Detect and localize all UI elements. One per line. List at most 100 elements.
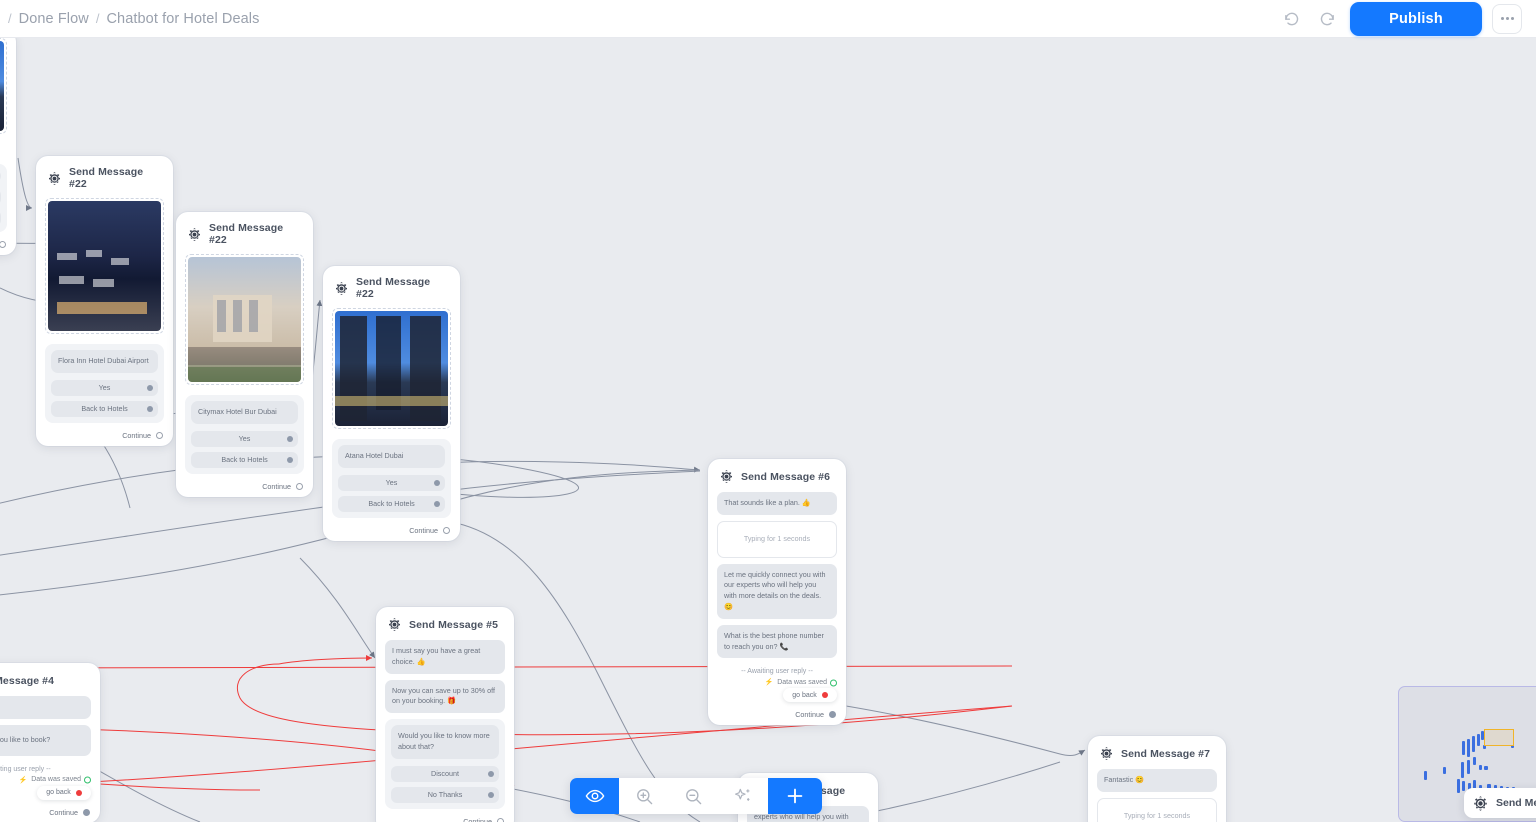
node-send-message-5[interactable]: Send Message #5 I must say you have a gr… [376, 607, 514, 822]
go-back-button[interactable]: go back [783, 688, 837, 703]
node-choice-button-back[interactable]: Back to Hotels [51, 400, 158, 417]
go-back-button[interactable]: go back [37, 785, 91, 800]
preview-eye-button[interactable] [570, 778, 620, 814]
node-choice-button-no-thanks[interactable]: No Thanks [391, 786, 499, 803]
node-caption: Atana Hotel Dubai [338, 445, 445, 468]
lightning-icon: ⚡ [764, 679, 774, 687]
node-send-message-cut-left[interactable]: nue [0, 38, 16, 255]
undo-icon [1284, 12, 1298, 26]
breadcrumb-item-flow-name[interactable]: Chatbot for Hotel Deals [106, 11, 259, 27]
publish-button[interactable]: Publish [1350, 1, 1482, 36]
node-photo [0, 38, 7, 134]
canvas-toolbar [570, 778, 822, 814]
saved-handle[interactable] [84, 776, 91, 784]
node-choice-button-yes[interactable]: Yes [51, 379, 158, 396]
robot-gear-icon [1099, 746, 1114, 761]
node-title: Send Message #4 [0, 674, 55, 687]
flow-canvas[interactable]: nue Send Message #22 [0, 38, 1536, 822]
node-choices [0, 164, 7, 232]
node-continue[interactable]: Continue [45, 423, 164, 440]
node-choice-button-yes[interactable]: Yes [338, 474, 445, 491]
choice-handle-dot[interactable] [147, 384, 153, 391]
choice-handle-dot[interactable] [488, 770, 494, 777]
message-bubble: That sounds like a plan. 👍 [717, 492, 837, 515]
continue-handle[interactable] [296, 482, 303, 490]
node-choice-button-yes[interactable]: Yes [191, 430, 298, 447]
node-continue[interactable]: nue [0, 232, 7, 249]
choice-handle-dot[interactable] [434, 479, 440, 486]
message-bubble: Let me quickly connect you with our expe… [717, 563, 837, 619]
node-body: I must say you have a great choice. 👍 No… [385, 640, 505, 822]
redo-icon [1320, 12, 1334, 26]
breadcrumb-separator-1: / [95, 11, 100, 26]
continue-handle[interactable] [156, 431, 163, 439]
choice-handle-dot[interactable] [147, 405, 153, 412]
node-choice-button[interactable] [0, 189, 1, 205]
top-bar: / Done Flow / Chatbot for Hotel Deals Pu… [0, 0, 1536, 38]
node-photo [332, 308, 451, 429]
choice-handle-dot[interactable] [434, 500, 440, 507]
node-choices: Atana Hotel Dubai Yes Back to Hotels [332, 439, 451, 518]
continue-handle[interactable] [0, 241, 6, 248]
breadcrumb-item-done-flow[interactable]: Done Flow [19, 11, 89, 27]
goback-handle-dot[interactable] [821, 692, 828, 699]
node-photo [185, 254, 304, 385]
hotel-photo-image [335, 311, 448, 426]
node-continue[interactable]: Continue [717, 702, 837, 719]
awaiting-reply-label: - Awaiting user reply -- [0, 765, 51, 773]
node-choice-button-back[interactable]: Back to Hotels [338, 495, 445, 512]
node-continue[interactable]: Continue [0, 800, 91, 817]
typing-indicator: Typing for 1 seconds [1097, 797, 1217, 822]
goback-handle-dot[interactable] [75, 789, 82, 796]
zoom-in-button[interactable] [619, 778, 668, 814]
node-title: Send Message #22 [209, 222, 284, 246]
saved-handle[interactable] [830, 679, 837, 687]
lightning-icon: ⚡ [18, 776, 28, 784]
node-continue[interactable]: Continue [332, 518, 451, 535]
node-send-message-22-citymax[interactable]: Send Message #22 Citymax Hotel Bur Dubai… [176, 212, 313, 497]
node-choice-button-discount[interactable]: Discount [391, 765, 499, 782]
node-send-message-minimap-overlay[interactable]: Send Messag [1464, 788, 1536, 818]
node-caption: Citymax Hotel Bur Dubai [191, 401, 298, 424]
undo-button[interactable] [1278, 6, 1304, 32]
robot-gear-icon [719, 469, 734, 484]
node-continue[interactable]: Continue [385, 809, 505, 822]
node-send-message-22-atana[interactable]: Send Message #22 Atana Hotel Dubai Yes B… [323, 266, 460, 541]
zoom-out-button[interactable] [669, 778, 718, 814]
eye-icon [585, 789, 605, 803]
data-saved-status: ⚡ Data was saved [0, 775, 91, 786]
minimap-viewport[interactable] [1484, 729, 1514, 746]
continue-handle[interactable] [829, 711, 836, 719]
choice-handle-dot[interactable] [488, 791, 494, 798]
node-send-message-22-flora[interactable]: Send Message #22 Flora Inn Hotel Dubai A… [36, 156, 173, 446]
node-header: Send Message #7 [1097, 744, 1217, 769]
continue-handle[interactable] [497, 817, 504, 822]
node-header: Send Message #22 [185, 220, 304, 254]
node-choice-button-back[interactable]: Back to Hotels [191, 451, 298, 468]
redo-button[interactable] [1314, 6, 1340, 32]
add-node-button[interactable] [767, 778, 822, 814]
typing-indicator: Typing for 1 seconds [717, 520, 837, 558]
choice-handle-dot[interactable] [287, 435, 293, 442]
robot-gear-icon [334, 281, 349, 296]
zoom-in-icon [636, 788, 652, 804]
auto-arrange-button[interactable] [718, 778, 767, 814]
more-options-button[interactable] [1492, 3, 1522, 34]
node-choice-button[interactable] [0, 210, 1, 226]
continue-handle[interactable] [443, 526, 450, 534]
node-send-message-7[interactable]: Send Message #7 Fantastic 😊 Typing for 1… [1088, 736, 1226, 822]
node-send-message-6[interactable]: Send Message #6 That sounds like a plan.… [708, 459, 846, 726]
continue-handle[interactable] [83, 808, 90, 816]
node-body: Fantastic 😊 Typing for 1 seconds [1097, 769, 1217, 822]
top-bar-actions: Publish [1278, 1, 1536, 36]
node-photo [45, 198, 164, 334]
choice-handle-dot[interactable] [287, 456, 293, 463]
robot-gear-icon [47, 171, 62, 186]
node-title: Send Message #6 [741, 470, 831, 483]
message-bubble: Fantastic 😊 [1097, 769, 1217, 792]
hotel-photo-image [188, 257, 301, 382]
node-body: k! 😊 y rooms would you like to book? - A… [0, 696, 91, 817]
awaiting-reply-label: -- Awaiting user reply -- [741, 668, 813, 676]
node-send-message-4[interactable]: Send Message #4 k! 😊 y rooms would you l… [0, 663, 100, 822]
node-continue[interactable]: Continue [185, 474, 304, 491]
